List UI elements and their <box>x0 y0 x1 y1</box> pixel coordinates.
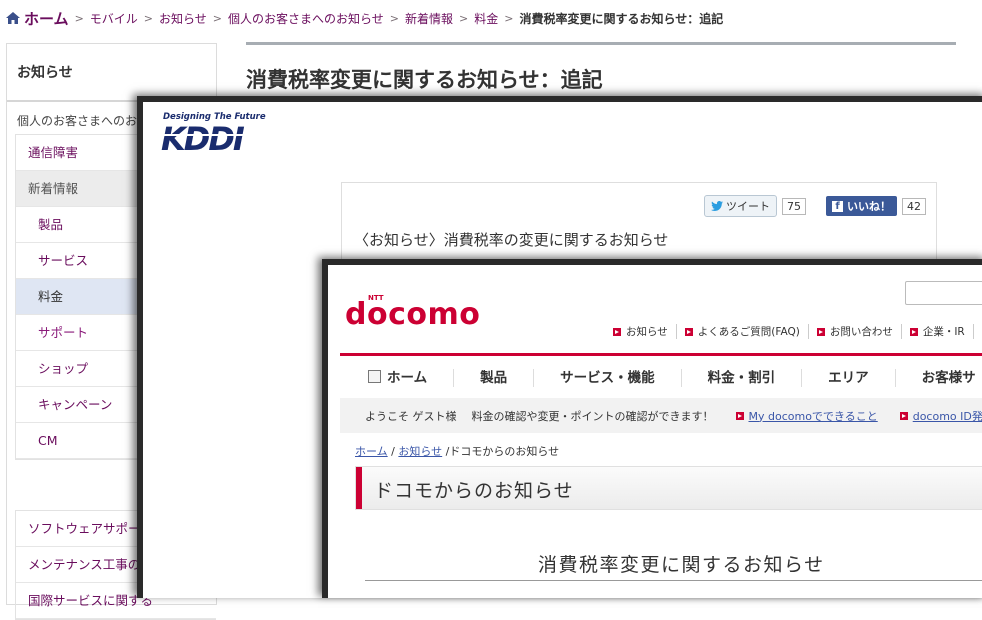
docomo-breadcrumb: ホーム / お知らせ /ドコモからのお知らせ <box>355 443 559 459</box>
util-link-contact[interactable]: お問い合わせ <box>808 324 901 339</box>
breadcrumb-home-link[interactable]: ホーム <box>24 8 69 29</box>
util-link-label: お知らせ <box>626 324 668 339</box>
util-link-notices[interactable]: お知らせ <box>613 324 676 339</box>
twitter-bird-icon <box>711 201 723 211</box>
tweet-label: ツイート <box>726 198 770 214</box>
window-icon <box>900 412 908 420</box>
util-link-more[interactable] <box>973 324 982 339</box>
util-link-label: 企業・IR <box>923 324 965 339</box>
breadcrumb-separator: > <box>390 12 399 25</box>
breadcrumb-link-news[interactable]: 新着情報 <box>405 10 453 27</box>
section-title: ドコモからのお知らせ <box>374 476 574 503</box>
arrow-icon <box>685 328 693 336</box>
breadcrumb-separator: > <box>144 12 153 25</box>
nav-label: ホーム <box>387 370 427 386</box>
page-title: 消費税率変更に関するお知らせ：追記 <box>246 64 603 94</box>
docomo-article-title: 消費税率変更に関するお知らせ <box>538 550 825 577</box>
breadcrumb-separator: > <box>75 12 84 25</box>
like-button[interactable]: f いいね！ <box>826 196 897 216</box>
breadcrumb-link-notices[interactable]: お知らせ <box>159 10 207 27</box>
arrow-icon <box>736 412 744 420</box>
welcome-bar: ようこそ ゲスト様 料金の確認や変更・ポイントの確認ができます！ My doco… <box>340 398 982 433</box>
util-link-label: お問い合わせ <box>830 324 893 339</box>
like-count: 42 <box>902 198 926 215</box>
breadcrumb-separator: > <box>504 12 513 25</box>
search-input[interactable] <box>905 281 982 305</box>
title-rule <box>246 42 956 45</box>
kddi-logo-text: KDDI <box>161 121 245 153</box>
nav-item-fees[interactable]: 料金・割引 <box>681 369 802 387</box>
home-icon <box>368 370 381 383</box>
global-nav: ホーム 製品 サービス・機能 料金・割引 エリア お客様サ <box>340 360 982 396</box>
breadcrumb-separator: > <box>213 12 222 25</box>
breadcrumb-current: 消費税率変更に関するお知らせ：追記 <box>519 10 723 27</box>
home-icon <box>6 12 20 24</box>
my-docomo-link[interactable]: My docomoでできること <box>736 408 878 424</box>
breadcrumb-link-personal[interactable]: 個人のお客さまへのお知らせ <box>228 10 384 27</box>
arrow-icon <box>817 328 825 336</box>
breadcrumb-link-mobile[interactable]: モバイル <box>90 10 138 27</box>
welcome-message: 料金の確認や変更・ポイントの確認ができます！ <box>472 408 714 424</box>
util-link-label: よくあるご質問(FAQ) <box>698 324 800 339</box>
nav-item-services[interactable]: サービス・機能 <box>533 369 681 387</box>
welcome-text: ようこそ ゲスト様 <box>365 408 457 424</box>
docomo-breadcrumb-notices[interactable]: お知らせ <box>398 445 442 458</box>
kddi-article-title: 〈お知らせ〉消費税率の変更に関するお知らせ <box>354 229 668 250</box>
breadcrumb-link-fees[interactable]: 料金 <box>474 10 498 27</box>
sidebar-heading: お知らせ <box>7 44 216 102</box>
breadcrumb: ホーム > モバイル > お知らせ > 個人のお客さまへのお知らせ > 新着情報… <box>6 8 723 28</box>
util-link-corporate[interactable]: 企業・IR <box>901 324 973 339</box>
docomo-breadcrumb-home[interactable]: ホーム <box>355 445 388 458</box>
section-header: ドコモからのお知らせ <box>355 466 982 510</box>
docomo-breadcrumb-current: ドコモからのお知らせ <box>449 445 559 458</box>
docomo-logo[interactable]: docomo <box>345 297 480 332</box>
tweet-button[interactable]: ツイート <box>704 195 777 217</box>
docomo-id-link-label: docomo ID発行 <box>913 408 982 424</box>
tweet-count: 75 <box>782 198 806 215</box>
social-buttons: ツイート 75 f いいね！ 42 <box>704 195 926 217</box>
nav-item-products[interactable]: 製品 <box>453 369 533 387</box>
title-underline <box>365 580 982 581</box>
docomo-id-link[interactable]: docomo ID発行 <box>900 408 982 424</box>
kddi-logo[interactable]: KDDI <box>159 121 251 153</box>
breadcrumb-separator: / <box>391 445 395 458</box>
nav-item-area[interactable]: エリア <box>801 369 895 387</box>
header-accent-bar <box>340 353 982 356</box>
docomo-page: NTT docomo お知らせ よくあるご質問(FAQ) お問い合わせ 企業・I… <box>322 259 982 598</box>
arrow-icon <box>613 328 621 336</box>
breadcrumb-separator: > <box>459 12 468 25</box>
my-docomo-link-label: My docomoでできること <box>749 408 878 424</box>
facebook-icon: f <box>832 201 843 212</box>
like-label: いいね！ <box>847 198 891 214</box>
util-link-faq[interactable]: よくあるご質問(FAQ) <box>676 324 808 339</box>
arrow-icon <box>910 328 918 336</box>
section-header-accent <box>356 467 362 509</box>
nav-item-support[interactable]: お客様サ <box>895 369 982 387</box>
nav-item-home[interactable]: ホーム <box>340 369 453 387</box>
utility-links: お知らせ よくあるご質問(FAQ) お問い合わせ 企業・IR <box>613 324 982 339</box>
